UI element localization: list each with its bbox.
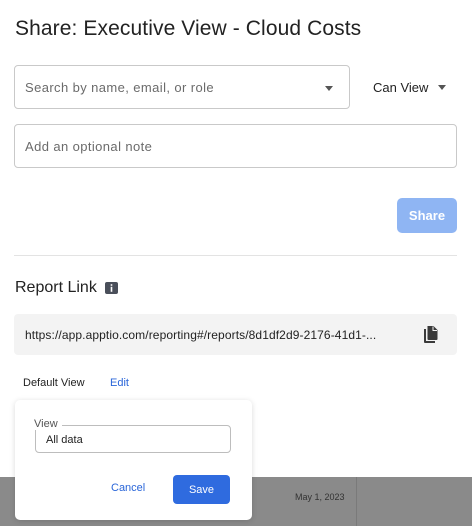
share-search-input[interactable]: [25, 66, 315, 108]
report-link-box: https://app.apptio.com/reporting#/report…: [14, 314, 457, 355]
permission-dropdown[interactable]: Can View: [363, 65, 457, 109]
report-link-title: Report Link: [15, 279, 97, 296]
caret-down-icon: [438, 84, 447, 90]
cancel-button[interactable]: Cancel: [111, 482, 145, 494]
share-search-field[interactable]: [14, 65, 350, 109]
report-link-url[interactable]: https://app.apptio.com/reporting#/report…: [25, 328, 411, 342]
share-button[interactable]: Share: [397, 198, 457, 233]
background-date-cell: May 1, 2023: [295, 492, 345, 502]
divider: [14, 255, 457, 256]
info-icon[interactable]: [105, 282, 118, 294]
caret-down-icon[interactable]: [325, 86, 333, 91]
permission-value: Can View: [373, 79, 429, 95]
copy-icon[interactable]: [422, 325, 439, 345]
share-dialog: Share: Executive View - Cloud Costs Can …: [0, 0, 472, 526]
note-field[interactable]: [14, 124, 457, 168]
save-button[interactable]: Save: [173, 475, 230, 504]
view-field[interactable]: [35, 425, 231, 453]
edit-default-view-link[interactable]: Edit: [110, 377, 129, 389]
view-input[interactable]: [46, 428, 221, 451]
background-cell-divider: [356, 477, 357, 526]
default-view-popover: View Cancel Save: [15, 400, 252, 520]
dialog-title: Share: Executive View - Cloud Costs: [15, 17, 362, 40]
view-field-label: View: [30, 418, 62, 430]
default-view-label: Default View: [23, 377, 85, 389]
note-input[interactable]: [25, 125, 445, 167]
